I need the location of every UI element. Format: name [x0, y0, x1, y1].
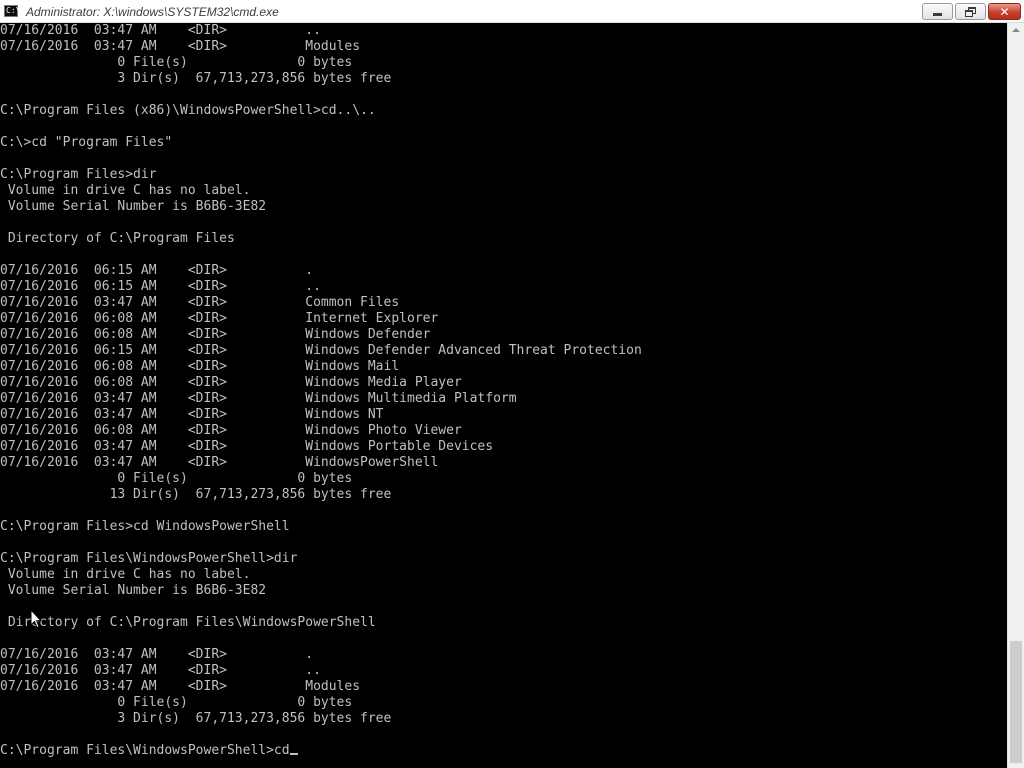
console-line: 07/16/2016 06:15 AM <DIR> . — [0, 263, 314, 278]
close-icon: ✕ — [999, 4, 1010, 19]
console-line: 0 File(s) 0 bytes — [0, 471, 353, 486]
minimize-icon — [933, 13, 942, 16]
console-line: 07/16/2016 06:08 AM <DIR> Windows Photo … — [0, 423, 462, 438]
vertical-scrollbar[interactable] — [1007, 23, 1024, 768]
console-line: C:\Program Files (x86)\WindowsPowerShell… — [0, 103, 376, 118]
console-line: 07/16/2016 06:15 AM <DIR> .. — [0, 279, 321, 294]
console-line: Volume in drive C has no label. — [0, 183, 251, 198]
console-line: Directory of C:\Program Files — [0, 231, 235, 246]
window-title: Administrator: X:\windows\SYSTEM32\cmd.e… — [26, 5, 279, 19]
console-line: Directory of C:\Program Files\WindowsPow… — [0, 615, 376, 630]
restore-icon — [964, 6, 977, 17]
console-line: 07/16/2016 03:47 AM <DIR> Windows Multim… — [0, 391, 517, 406]
text-cursor — [289, 753, 298, 755]
mouse-pointer-icon — [30, 609, 42, 629]
console-line: 3 Dir(s) 67,713,273,856 bytes free — [0, 711, 392, 726]
title-bar[interactable]: C:\ Administrator: X:\windows\SYSTEM32\c… — [0, 0, 1024, 23]
console-line: 07/16/2016 06:08 AM <DIR> Internet Explo… — [0, 311, 439, 326]
console-line: 0 File(s) 0 bytes — [0, 695, 353, 710]
console-line: 07/16/2016 03:47 AM <DIR> Common Files — [0, 295, 400, 310]
console-line: 07/16/2016 06:15 AM <DIR> Windows Defend… — [0, 343, 642, 358]
console-line: Volume Serial Number is B6B6-3E82 — [0, 199, 267, 214]
cmd-icon[interactable]: C:\ — [4, 5, 21, 17]
console-line: 07/16/2016 03:47 AM <DIR> . — [0, 647, 314, 662]
console-line: 3 Dir(s) 67,713,273,856 bytes free — [0, 71, 392, 86]
close-button[interactable]: ✕ — [988, 3, 1021, 20]
console-line: 07/16/2016 06:08 AM <DIR> Windows Media … — [0, 375, 462, 390]
console-line: C:\>cd "Program Files" — [0, 135, 173, 150]
console-line: 07/16/2016 03:47 AM <DIR> Modules — [0, 39, 361, 54]
cmd-window: C:\ Administrator: X:\windows\SYSTEM32\c… — [0, 0, 1024, 768]
console-line: 07/16/2016 03:47 AM <DIR> WindowsPowerSh… — [0, 455, 439, 470]
console-line: 07/16/2016 03:47 AM <DIR> Modules — [0, 679, 361, 694]
cmd-icon-glyph: C:\ — [6, 6, 21, 15]
scroll-up-arrow-icon[interactable] — [1012, 28, 1020, 32]
command-prompt-line: C:\Program Files\WindowsPowerShell>cd — [0, 743, 1005, 759]
console-line: 07/16/2016 03:47 AM <DIR> .. — [0, 23, 321, 38]
console-line: C:\Program Files>cd WindowsPowerShell — [0, 519, 290, 534]
restore-button[interactable] — [955, 3, 986, 20]
console-output[interactable]: 07/16/2016 03:47 AM <DIR> .. 07/16/2016 0… — [0, 23, 1007, 768]
console-line: Volume in drive C has no label. — [0, 567, 251, 582]
console-line: 07/16/2016 06:08 AM <DIR> Windows Mail — [0, 359, 400, 374]
console-line: 0 File(s) 0 bytes — [0, 55, 353, 70]
console-line: Volume Serial Number is B6B6-3E82 — [0, 583, 267, 598]
console-line: 07/16/2016 06:08 AM <DIR> Windows Defend… — [0, 327, 431, 342]
console-line: 13 Dir(s) 67,713,273,856 bytes free — [0, 487, 392, 502]
scrollbar-thumb[interactable] — [1010, 641, 1022, 763]
console-line: 07/16/2016 03:47 AM <DIR> Windows Portab… — [0, 439, 494, 454]
minimize-button[interactable] — [922, 3, 953, 20]
console-line: C:\Program Files>dir — [0, 167, 157, 182]
console-line: 07/16/2016 03:47 AM <DIR> Windows NT — [0, 407, 384, 422]
console-line: C:\Program Files\WindowsPowerShell>dir — [0, 551, 298, 566]
console-line: 07/16/2016 03:47 AM <DIR> .. — [0, 663, 321, 678]
